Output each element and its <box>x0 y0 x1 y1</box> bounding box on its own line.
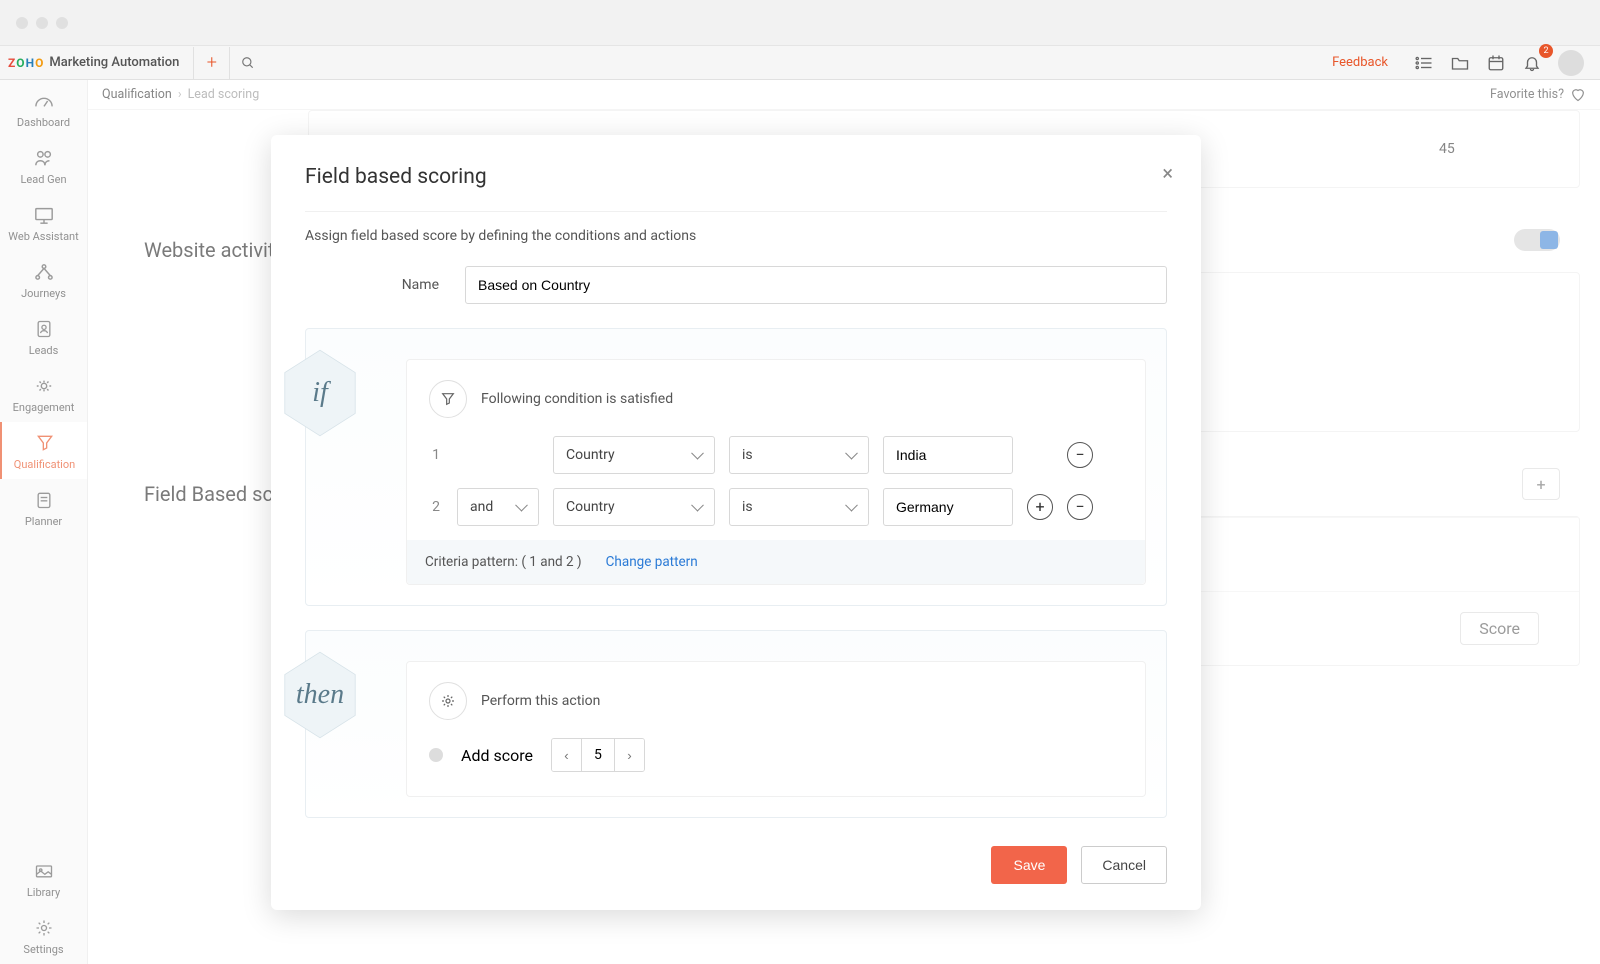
then-hex: then <box>280 649 360 741</box>
remove-condition-button[interactable]: − <box>1067 494 1093 520</box>
value-input[interactable] <box>883 488 1013 526</box>
close-light[interactable] <box>16 17 28 29</box>
add-condition-button[interactable]: + <box>1027 494 1053 520</box>
traffic-lights <box>16 17 68 29</box>
feedback-link[interactable]: Feedback <box>1322 55 1398 70</box>
app-name: Marketing Automation <box>49 55 179 70</box>
name-input[interactable] <box>465 266 1167 304</box>
operator-select[interactable]: is <box>729 436 869 474</box>
folder-icon <box>1451 55 1469 71</box>
operator-select[interactable]: is <box>729 488 869 526</box>
radio-dot[interactable] <box>429 748 443 762</box>
modal-description: Assign field based score by defining the… <box>305 211 1167 244</box>
score-value: 5 <box>582 739 614 771</box>
search-icon <box>241 56 255 70</box>
search-button[interactable] <box>229 47 265 79</box>
list-icon <box>1415 55 1433 71</box>
list-icon-button[interactable] <box>1406 47 1442 79</box>
browser-chrome <box>0 0 1600 46</box>
remove-condition-button[interactable]: − <box>1067 442 1093 468</box>
calendar-button[interactable] <box>1478 47 1514 79</box>
criteria-pattern: Criteria pattern: ( 1 and 2 ) <box>425 554 582 570</box>
bell-icon <box>1523 54 1541 72</box>
condition-row: 1 Country is − <box>429 436 1123 474</box>
minimize-light[interactable] <box>36 17 48 29</box>
score-stepper: ‹ 5 › <box>551 738 645 772</box>
save-button[interactable]: Save <box>991 846 1067 884</box>
zoho-logo: ZOHO <box>8 56 43 70</box>
value-input[interactable] <box>883 436 1013 474</box>
name-label: Name <box>305 277 465 293</box>
add-button[interactable]: + <box>193 47 229 79</box>
field-scoring-modal: Field based scoring × Assign field based… <box>271 135 1201 910</box>
criteria-pattern-bar: Criteria pattern: ( 1 and 2 ) Change pat… <box>407 540 1145 584</box>
filter-icon <box>429 380 467 418</box>
action-header: Perform this action <box>481 693 600 709</box>
if-hex: if <box>280 347 360 439</box>
zoom-light[interactable] <box>56 17 68 29</box>
notifications-button[interactable]: 2 <box>1514 47 1550 79</box>
close-icon[interactable]: × <box>1162 163 1173 183</box>
condition-header: Following condition is satisfied <box>481 391 673 407</box>
field-select[interactable]: Country <box>553 488 715 526</box>
calendar-icon <box>1487 54 1505 72</box>
plus-icon: + <box>207 52 217 73</box>
cancel-button[interactable]: Cancel <box>1081 846 1167 884</box>
logic-select[interactable]: and <box>457 488 539 526</box>
condition-row: 2 and Country is + − <box>429 488 1123 526</box>
notification-badge: 2 <box>1539 44 1553 58</box>
decrement-button[interactable]: ‹ <box>552 739 582 771</box>
folder-button[interactable] <box>1442 47 1478 79</box>
field-select[interactable]: Country <box>553 436 715 474</box>
modal-title: Field based scoring <box>305 165 1167 189</box>
if-block: if Following condition is satisfied 1 Co… <box>305 328 1167 606</box>
then-block: then Perform this action Add score ‹ 5 › <box>305 630 1167 818</box>
increment-button[interactable]: › <box>614 739 644 771</box>
add-score-label: Add score <box>461 746 533 765</box>
avatar[interactable] <box>1558 50 1584 76</box>
change-pattern-link[interactable]: Change pattern <box>606 554 698 570</box>
gear-icon <box>429 682 467 720</box>
app-topbar: ZOHO Marketing Automation + Feedback 2 <box>0 46 1600 80</box>
